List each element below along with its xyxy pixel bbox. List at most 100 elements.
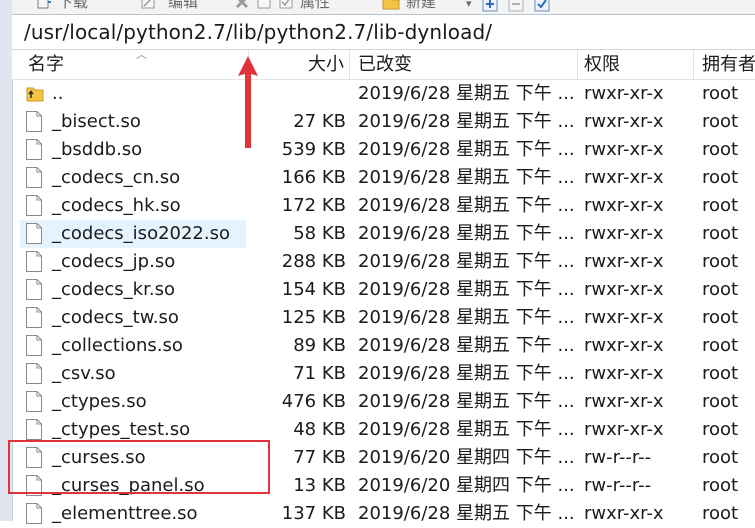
file-modified: 2019/6/28 星期五 下午 ...	[358, 251, 575, 272]
file-name: ..	[52, 83, 64, 104]
file-size: 71 KB	[293, 363, 346, 384]
file-size: 48 KB	[293, 419, 346, 440]
file-owner: root	[702, 419, 739, 440]
file-owner: root	[702, 475, 739, 496]
file-name-cell[interactable]: _bisect.so	[20, 108, 246, 136]
file-icon	[26, 391, 42, 412]
file-modified: 2019/6/28 星期五 下午 ...	[358, 391, 575, 412]
file-owner: root	[702, 335, 739, 356]
column-owner[interactable]: 拥有者	[702, 50, 755, 79]
file-owner: root	[702, 307, 739, 328]
file-owner: root	[702, 279, 739, 300]
file-permissions: rwxr-xr-x	[584, 335, 664, 356]
file-icon	[26, 223, 42, 244]
column-modified[interactable]: 已改变	[358, 50, 412, 79]
file-row[interactable]: .. 2019/6/28 星期五 下午 ... rwxr-xr-x root	[12, 80, 755, 108]
file-name-cell[interactable]: _codecs_tw.so	[20, 304, 246, 332]
file-permissions: rwxr-xr-x	[584, 419, 664, 440]
file-name-cell[interactable]: _elementtree.so	[20, 500, 246, 528]
file-modified: 2019/6/28 星期五 下午 ...	[358, 111, 575, 132]
file-permissions: rwxr-xr-x	[584, 363, 664, 384]
file-name: _codecs_cn.so	[52, 167, 181, 188]
file-permissions: rwxr-xr-x	[584, 167, 664, 188]
properties-button[interactable]: 属性	[300, 0, 330, 11]
current-path[interactable]: /usr/local/python2.7/lib/python2.7/lib-d…	[24, 20, 492, 44]
properties-check-icon[interactable]	[278, 0, 294, 10]
file-permissions: rwxr-xr-x	[584, 503, 664, 524]
toolbar: 下载 编辑 属性 新建 ▾	[12, 0, 755, 14]
file-modified: 2019/6/28 星期五 下午 ...	[358, 279, 575, 300]
column-divider[interactable]	[349, 50, 350, 79]
file-size: 288 KB	[281, 251, 346, 272]
annotation-highlight-box	[8, 440, 270, 494]
sort-ascending-icon: ︿	[136, 48, 147, 61]
file-row[interactable]: _codecs_cn.so 166 KB 2019/6/28 星期五 下午 ... r…	[12, 164, 755, 192]
column-divider[interactable]	[577, 50, 578, 79]
file-name-cell[interactable]: _bsddb.so	[20, 136, 246, 164]
file-name: _codecs_jp.so	[52, 251, 176, 272]
remove-icon[interactable]	[508, 0, 524, 12]
file-row[interactable]: _codecs_jp.so 288 KB 2019/6/28 星期五 下午 ... r…	[12, 248, 755, 276]
column-size[interactable]: 大小	[308, 50, 344, 79]
edit-icon[interactable]	[140, 0, 156, 10]
file-name: _codecs_hk.so	[52, 195, 181, 216]
file-name-cell[interactable]: _csv.so	[20, 360, 246, 388]
column-permissions[interactable]: 权限	[584, 50, 620, 79]
file-row[interactable]: _collections.so 89 KB 2019/6/28 星期五 下午 ...…	[12, 332, 755, 360]
file-name-cell[interactable]: _codecs_kr.so	[20, 276, 246, 304]
file-row[interactable]: _codecs_tw.so 125 KB 2019/6/28 星期五 下午 ... r…	[12, 304, 755, 332]
file-name-cell[interactable]: _codecs_iso2022.so	[20, 220, 246, 248]
file-name-cell[interactable]: _codecs_hk.so	[20, 192, 246, 220]
file-modified: 2019/6/28 星期五 下午 ...	[358, 223, 575, 244]
file-size: 58 KB	[293, 223, 346, 244]
address-bar[interactable]: /usr/local/python2.7/lib/python2.7/lib-d…	[12, 14, 755, 50]
delete-icon[interactable]	[234, 0, 250, 10]
file-size: 476 KB	[281, 391, 346, 412]
column-divider[interactable]	[693, 50, 694, 79]
file-name: _bsddb.so	[52, 139, 143, 160]
file-icon	[26, 111, 42, 132]
file-row[interactable]: _bsddb.so 539 KB 2019/6/28 星期五 下午 ... rwxr-…	[12, 136, 755, 164]
check-icon[interactable]	[534, 0, 550, 12]
file-name-cell[interactable]: _codecs_jp.so	[20, 248, 246, 276]
file-name: _csv.so	[52, 363, 116, 384]
file-name: _codecs_tw.so	[52, 307, 179, 328]
file-name: _codecs_iso2022.so	[52, 223, 230, 244]
file-permissions: rwxr-xr-x	[584, 195, 664, 216]
file-owner: root	[702, 363, 739, 384]
file-owner: root	[702, 503, 739, 524]
edit-button[interactable]: 编辑	[168, 0, 198, 11]
new-button[interactable]: 新建	[406, 0, 436, 11]
file-name-cell[interactable]: _collections.so	[20, 332, 246, 360]
column-name[interactable]: 名字	[28, 50, 64, 79]
file-owner: root	[702, 83, 739, 104]
download-button[interactable]: 下载	[58, 0, 88, 11]
file-permissions: rw-r--r--	[584, 475, 652, 496]
file-name-cell[interactable]: ..	[20, 80, 246, 108]
file-name: _collections.so	[52, 335, 183, 356]
file-icon	[26, 419, 42, 440]
add-icon[interactable]	[482, 0, 498, 12]
file-row[interactable]: _codecs_hk.so 172 KB 2019/6/28 星期五 下午 ... r…	[12, 192, 755, 220]
new-folder-icon[interactable]	[382, 0, 400, 10]
download-icon[interactable]	[36, 0, 52, 10]
file-row[interactable]: _elementtree.so 137 KB 2019/6/28 星期五 下午 ..…	[12, 500, 755, 528]
file-icon	[26, 195, 42, 216]
file-owner: root	[702, 167, 739, 188]
file-row[interactable]: _codecs_kr.so 154 KB 2019/6/28 星期五 下午 ... r…	[12, 276, 755, 304]
file-owner: root	[702, 111, 739, 132]
chevron-down-icon[interactable]: ▾	[466, 0, 472, 14]
file-size: 154 KB	[281, 279, 346, 300]
file-name-cell[interactable]: _codecs_cn.so	[20, 164, 246, 192]
file-owner: root	[702, 447, 739, 468]
annotation-arrow	[228, 54, 268, 150]
file-icon	[26, 335, 42, 356]
file-permissions: rwxr-xr-x	[584, 223, 664, 244]
file-size: 539 KB	[281, 139, 346, 160]
file-row[interactable]: _ctypes.so 476 KB 2019/6/28 星期五 下午 ... rwxr…	[12, 388, 755, 416]
rename-icon[interactable]	[256, 0, 272, 10]
file-row[interactable]: _bisect.so 27 KB 2019/6/28 星期五 下午 ... rwxr-…	[12, 108, 755, 136]
file-name-cell[interactable]: _ctypes.so	[20, 388, 246, 416]
file-row[interactable]: _csv.so 71 KB 2019/6/28 星期五 下午 ... rwxr-xr-…	[12, 360, 755, 388]
file-row[interactable]: _codecs_iso2022.so 58 KB 2019/6/28 星期五 下午 …	[12, 220, 755, 248]
